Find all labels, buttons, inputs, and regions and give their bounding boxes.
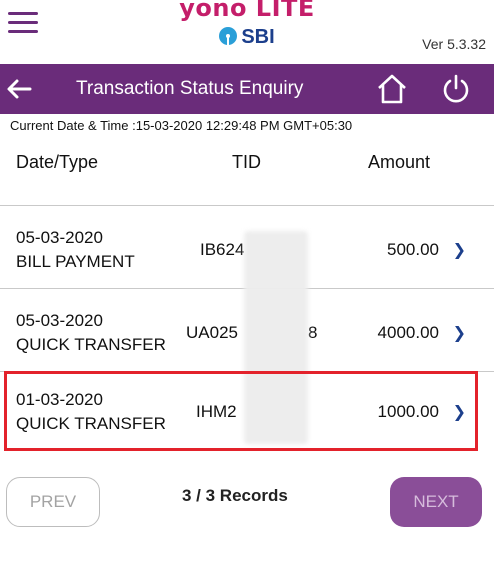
home-icon[interactable] bbox=[374, 72, 410, 106]
prev-button[interactable]: PREV bbox=[6, 477, 100, 527]
top-bar: yono LITE SBI Ver 5.3.32 bbox=[0, 0, 494, 64]
transaction-amount: 4000.00 bbox=[377, 323, 439, 342]
highlight-box bbox=[4, 371, 478, 451]
sbi-logo-icon bbox=[219, 27, 238, 45]
records-count: 3 / 3 Records bbox=[182, 486, 288, 505]
brand-yono-lite: yono LITE bbox=[179, 0, 315, 22]
app-version: Ver 5.3.32 bbox=[422, 36, 486, 52]
transaction-tid-tail: 8 bbox=[308, 323, 318, 342]
brand-logo: yono LITE SBI bbox=[0, 0, 494, 50]
brand-sbi-text: SBI bbox=[241, 26, 275, 48]
current-datetime: Current Date & Time :15-03-2020 12:29:48… bbox=[10, 118, 353, 133]
transaction-type: BILL PAYMENT bbox=[16, 252, 135, 271]
column-header-tid: TID bbox=[232, 152, 261, 172]
column-header-date: Date/Type bbox=[16, 152, 99, 172]
transaction-tid: IB624 bbox=[200, 240, 245, 259]
transaction-date: 05-03-2020 bbox=[16, 311, 103, 330]
back-arrow-icon[interactable] bbox=[4, 74, 34, 104]
chevron-right-icon: ❯ bbox=[452, 325, 466, 342]
page-header: Transaction Status Enquiry bbox=[0, 64, 494, 114]
column-header-amount: Amount bbox=[368, 152, 431, 172]
next-button[interactable]: NEXT bbox=[390, 477, 482, 527]
brand-sbi: SBI bbox=[0, 24, 494, 50]
transaction-tid: UA025 bbox=[186, 323, 238, 342]
chevron-right-icon: ❯ bbox=[452, 242, 466, 259]
transaction-date: 05-03-2020 bbox=[16, 228, 103, 247]
transaction-type: QUICK TRANSFER bbox=[16, 335, 166, 354]
page-title: Transaction Status Enquiry bbox=[76, 78, 304, 99]
transaction-amount: 500.00 bbox=[387, 240, 439, 259]
power-icon[interactable] bbox=[438, 72, 474, 106]
